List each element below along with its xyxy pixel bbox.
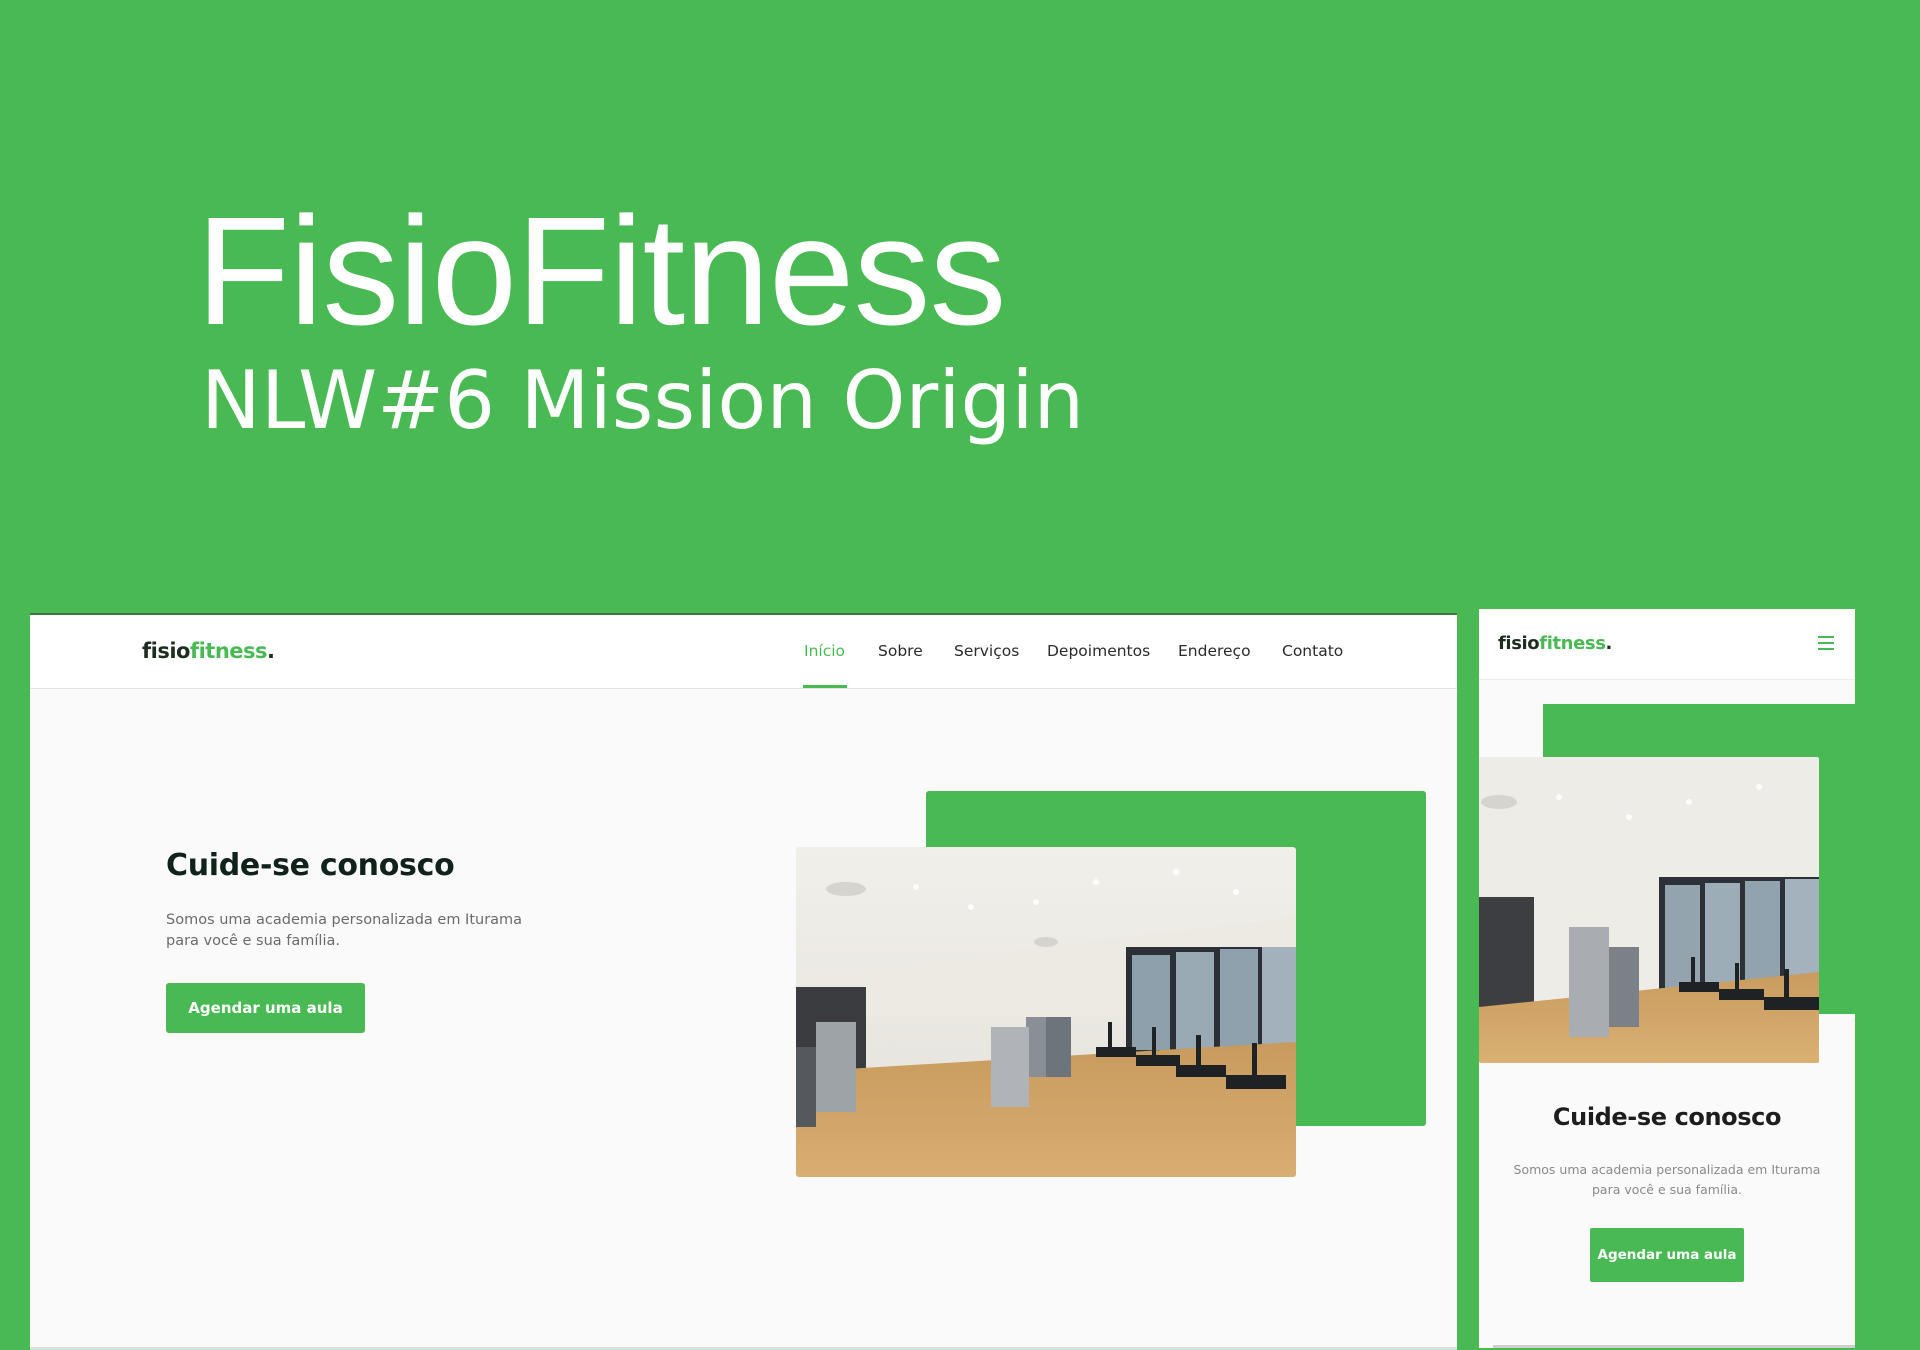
mobile-gym-photo-illustration [1479,757,1819,1063]
mobile-preview: fisiofitness. Cuide-se conosco Somos uma… [1479,609,1855,1348]
site-header: fisiofitness. Início Sobre Serviços Depo… [30,615,1457,689]
logo-dot: . [267,639,275,663]
nav-item-depoimentos[interactable]: Depoimentos [1047,642,1150,660]
nav-item-contato[interactable]: Contato [1282,642,1343,660]
mobile-schedule-class-button[interactable]: Agendar uma aula [1590,1228,1744,1282]
desktop-preview: fisiofitness. Início Sobre Serviços Depo… [30,613,1457,1350]
mobile-hero-title: Cuide-se conosco [1552,1103,1782,1131]
site-logo[interactable]: fisiofitness. [142,639,275,663]
mobile-hero-description: Somos uma academia personalizada em Itur… [1513,1162,1821,1197]
schedule-class-button[interactable]: Agendar uma aula [166,983,365,1033]
gym-photo [796,847,1296,1177]
logo-part-fitness: fitness [1539,633,1606,654]
mobile-header: fisiofitness. [1479,609,1855,680]
nav-item-inicio[interactable]: Início [804,642,845,660]
logo-part-fisio: fisio [142,639,190,663]
hamburger-menu-icon[interactable] [1818,636,1834,650]
gym-photo-illustration [796,847,1296,1177]
banner-title: FisioFitness [196,185,1007,357]
mobile-gym-photo [1479,757,1819,1063]
nav-item-endereco[interactable]: Endereço [1178,642,1251,660]
hero-description: Somos uma academia personalizada em Itur… [166,912,523,949]
logo-part-fitness: fitness [189,639,268,663]
nav-item-sobre[interactable]: Sobre [878,642,923,660]
nav-item-servicos[interactable]: Serviços [954,642,1019,660]
active-nav-indicator [803,685,847,688]
logo-dot: . [1605,633,1613,654]
hero-title: Cuide-se conosco [166,848,455,883]
mobile-site-logo[interactable]: fisiofitness. [1498,633,1612,654]
banner-subtitle: NLW#6 Mission Origin [201,354,1085,447]
logo-part-fisio: fisio [1498,633,1540,654]
